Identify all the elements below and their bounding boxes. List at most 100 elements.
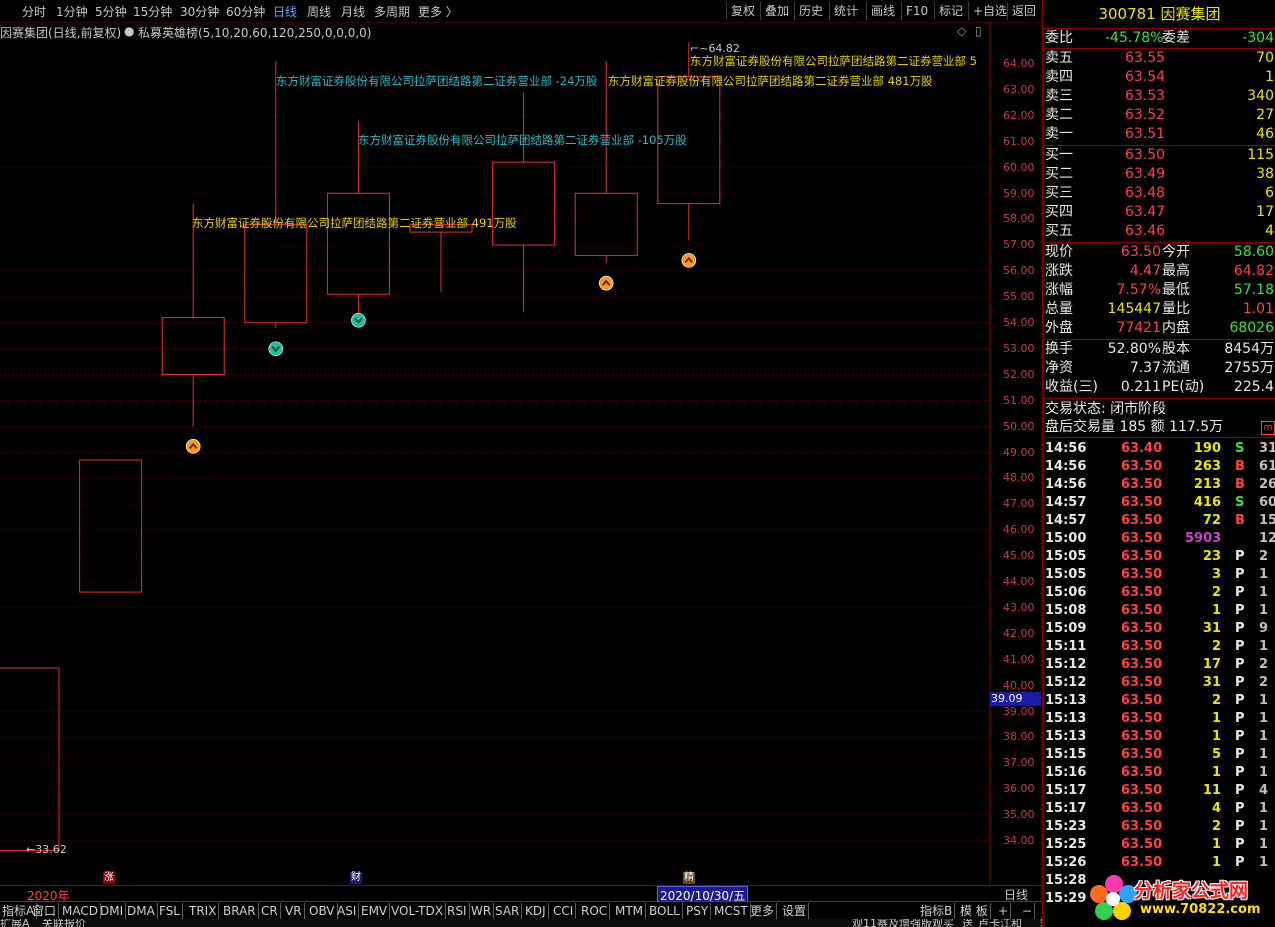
level-volume: 6 [1265,185,1274,201]
mark-button[interactable]: 标记 [934,2,967,20]
candle-body [326,192,390,295]
y-tick-label: 40.00 [1003,678,1035,692]
tick-row: 15:00 63.50 5903 1214 [1045,530,1275,548]
indicator-tab[interactable]: EMV [359,903,391,919]
tick-count: 1 [1259,585,1269,600]
indicator-tab[interactable]: ROC [579,903,611,919]
period-tab-daily[interactable]: 日线 [273,3,297,20]
indicator-title: 私募英雄榜(5,10,20,60,120,250,0,0,0,0) [138,26,372,40]
add-watchlist-button[interactable]: +自选 [968,2,1011,20]
indicator-tab-right[interactable]: − [1020,903,1036,919]
period-tab-30min[interactable]: 30分钟 [180,3,219,20]
tick-count: 1 [1259,765,1269,780]
period-tab-multi[interactable]: 多周期 [374,3,410,20]
tick-price: 63.40 [1121,441,1163,456]
draw-line-button[interactable]: 画线 [866,2,899,20]
indicator-tab[interactable]: DMI [98,903,127,919]
tick-count: 1 [1259,819,1269,834]
period-tab-1min[interactable]: 1分钟 [56,3,88,20]
level-label: 卖四 [1045,69,1073,85]
status-item[interactable]: 关联报价 [42,919,86,927]
period-tab-weekly[interactable]: 周线 [307,3,331,20]
level-volume: 4 [1265,223,1274,239]
status-item[interactable]: 送 [962,919,973,927]
indicator-tab-right[interactable]: 指标B [918,903,956,919]
tick-row: 15:12 63.50 31 P 2 [1045,674,1275,692]
indicator-tab[interactable]: MCST [712,903,751,919]
tick-price: 63.50 [1121,549,1163,564]
candle-body [492,161,556,246]
tick-time: 15:25 [1045,837,1087,852]
y-tick-label: 57.00 [1003,238,1035,252]
quote-value: 58.60 [1233,244,1274,260]
indicator-tab-right[interactable]: 模 板 [958,903,991,919]
indicator-tab[interactable]: BOLL [647,903,683,919]
status-bar: 扩展A关联报价观11赛及增强版观买送卢卡江和笨 [0,919,1042,927]
status-item[interactable]: 卢卡江和 [978,919,1022,927]
period-tab-60min[interactable]: 60分钟 [226,3,265,20]
indicator-tab[interactable]: OBV [307,903,338,919]
tick-volume: 1 [1211,837,1221,852]
stock-header: 300781 因赛集团 [1043,2,1275,26]
indicator-tab[interactable]: WR [469,903,495,919]
y-tick-label: 63.00 [1003,82,1035,96]
window-toggle-icon[interactable]: ▯ [975,24,982,38]
order-book-row: 买一 63.50 115 [1045,146,1274,164]
indicator-tab[interactable]: TRIX [187,903,220,919]
indicator-tab[interactable]: ASI [335,903,360,919]
indicator-tab[interactable]: CCI [551,903,577,919]
event-marker[interactable]: 财 [350,872,362,884]
indicator-tab[interactable]: PSY [684,903,712,919]
event-marker[interactable]: 涨 [103,872,115,884]
level-volume: 70 [1256,50,1274,66]
back-button[interactable]: 返回 [1007,2,1040,20]
stats-label: 换手 [1045,341,1073,357]
statistics-button[interactable]: 统计 [829,2,862,20]
indicator-tab[interactable]: 更多 [748,903,778,919]
period-tab-5min[interactable]: 5分钟 [95,3,127,20]
indicator-tab[interactable]: FSL [157,903,183,919]
period-tab-more[interactable]: 更多 〉 [418,3,458,20]
kline-chart[interactable] [0,22,1042,884]
indicator-tab[interactable]: KDJ [523,903,549,919]
tick-time: 15:23 [1045,819,1087,834]
quote-label: 涨跌 [1045,263,1073,279]
indicator-tab[interactable]: VOL-TDX [389,903,446,919]
y-tick-label: 49.00 [1003,445,1035,459]
indicator-tab[interactable]: SAR [493,903,523,919]
indicator-tab-right[interactable]: + [996,903,1012,919]
expand-icon[interactable]: m [1261,421,1275,435]
event-marker[interactable]: 精 [683,872,695,884]
period-tab-monthly[interactable]: 月线 [341,3,365,20]
indicator-tab[interactable]: BRAR [221,903,259,919]
y-tick-label: 62.00 [1003,108,1035,122]
y-tick-label: 45.00 [1003,549,1035,563]
indicator-tab[interactable]: VR [283,903,305,919]
indicator-tab[interactable]: DMA [125,903,158,919]
indicator-tab[interactable]: CR [259,903,281,919]
quote-label: 总量 [1045,301,1073,317]
tick-time: 14:56 [1045,441,1087,456]
status-item[interactable]: 观11赛及增强版观买 [852,919,954,927]
f10-button[interactable]: F10 [901,2,932,20]
diamond-icon[interactable]: ◇ [957,24,966,38]
period-tab-15min[interactable]: 15分钟 [133,3,172,20]
indicator-tab[interactable]: MACD [60,903,101,919]
quote-value: 57.18 [1233,282,1274,298]
period-tab-fenshi[interactable]: 分时 [22,3,46,20]
indicator-tab[interactable]: MTM [613,903,647,919]
tick-time: 15:06 [1045,585,1087,600]
tick-time: 15:12 [1045,675,1087,690]
indicator-tab[interactable]: 设置 [780,903,810,919]
tick-flag: S [1235,441,1245,456]
quote-row: 现价 63.50 今开 58.60 [1045,243,1274,261]
indicator-tab[interactable]: RSI [445,903,470,919]
quote-value: 68026 [1229,320,1274,336]
indicator-tab[interactable]: 窗口 [30,903,60,919]
history-button[interactable]: 历史 [794,2,827,20]
overlay-button[interactable]: 叠加 [760,2,793,20]
status-item[interactable]: 扩展A [0,919,30,927]
restore-rights-button[interactable]: 复权 [726,2,759,20]
tick-time: 15:17 [1045,783,1087,798]
tick-time: 15:17 [1045,801,1087,816]
